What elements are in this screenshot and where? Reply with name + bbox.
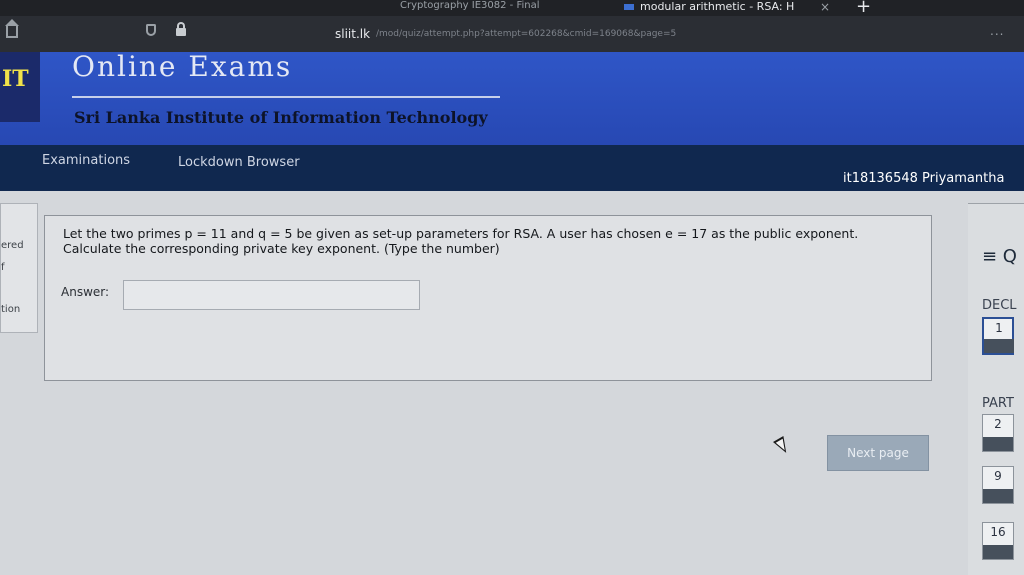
section-label-part: PART: [982, 396, 1014, 411]
question-status-bar: [984, 339, 1014, 353]
url-host[interactable]: sliit.lk: [335, 27, 370, 41]
info-marks: f: [1, 262, 5, 273]
question-text: Let the two primes p = 11 and q = 5 be g…: [63, 226, 859, 256]
info-status: ered: [1, 240, 24, 251]
next-page-button[interactable]: Next page: [827, 435, 929, 471]
lock-icon[interactable]: [176, 22, 186, 36]
url-path[interactable]: /mod/quiz/attempt.php?attempt=602268&cmi…: [376, 29, 806, 39]
site-title: Online Exams: [72, 50, 293, 83]
shield-icon[interactable]: [146, 24, 156, 36]
question-number: 2: [994, 417, 1002, 431]
info-flag[interactable]: tion: [1, 304, 20, 315]
quiz-navigation-panel: ≡ Q DECL 1 PART 2 9 16: [968, 203, 1024, 575]
browser-tab-active[interactable]: modular arithmetic - RSA: H: [618, 0, 848, 16]
site-header: IT Online Exams Sri Lanka Institute of I…: [0, 52, 1024, 145]
browser-chrome: Cryptography IE3082 - Final modular arit…: [0, 0, 1024, 52]
quiz-nav-question-9[interactable]: 9: [982, 466, 1014, 504]
browser-tab-inactive[interactable]: Cryptography IE3082 - Final: [360, 0, 600, 16]
user-name[interactable]: it18136548 Priyamantha: [843, 171, 1004, 186]
sliit-logo: IT: [0, 52, 40, 122]
site-subtitle: Sri Lanka Institute of Information Techn…: [74, 108, 488, 127]
question-status-bar: [983, 489, 1013, 503]
tab-favicon-icon: [624, 4, 634, 10]
question-box: Let the two primes p = 11 and q = 5 be g…: [44, 215, 932, 381]
section-label-declaration: DECL: [982, 298, 1017, 313]
question-status-bar: [983, 437, 1013, 451]
quiz-nav-question-1[interactable]: 1: [982, 317, 1014, 355]
new-tab-button[interactable]: +: [856, 0, 871, 16]
logo-text: IT: [2, 66, 29, 92]
question-number: 1: [995, 321, 1003, 335]
tab-strip: Cryptography IE3082 - Final modular arit…: [0, 0, 1024, 16]
question-info-panel: ered f tion: [0, 203, 38, 333]
quiz-nav-question-16[interactable]: 16: [982, 522, 1014, 560]
close-tab-icon[interactable]: ×: [820, 0, 830, 14]
tab-title: modular arithmetic - RSA: H: [640, 0, 795, 13]
nav-item-examinations[interactable]: Examinations: [42, 153, 130, 168]
mouse-cursor-icon: [773, 436, 792, 456]
main-content: ered f tion Let the two primes p = 11 an…: [0, 191, 1024, 575]
question-status-bar: [983, 545, 1013, 559]
answer-label: Answer:: [61, 285, 110, 299]
question-number: 16: [990, 525, 1006, 539]
answer-input[interactable]: [123, 280, 420, 310]
nav-item-lockdown-browser[interactable]: Lockdown Browser: [178, 155, 300, 170]
address-bar[interactable]: sliit.lk /mod/quiz/attempt.php?attempt=6…: [0, 18, 1024, 52]
home-icon[interactable]: [5, 19, 19, 38]
quiz-nav-menu-icon[interactable]: ≡ Q: [982, 248, 1017, 266]
question-number: 9: [994, 469, 1002, 483]
more-icon[interactable]: ...: [990, 24, 1004, 38]
title-divider: [72, 96, 500, 98]
quiz-nav-question-2[interactable]: 2: [982, 414, 1014, 452]
main-navbar: Examinations Lockdown Browser it18136548…: [0, 145, 1024, 191]
